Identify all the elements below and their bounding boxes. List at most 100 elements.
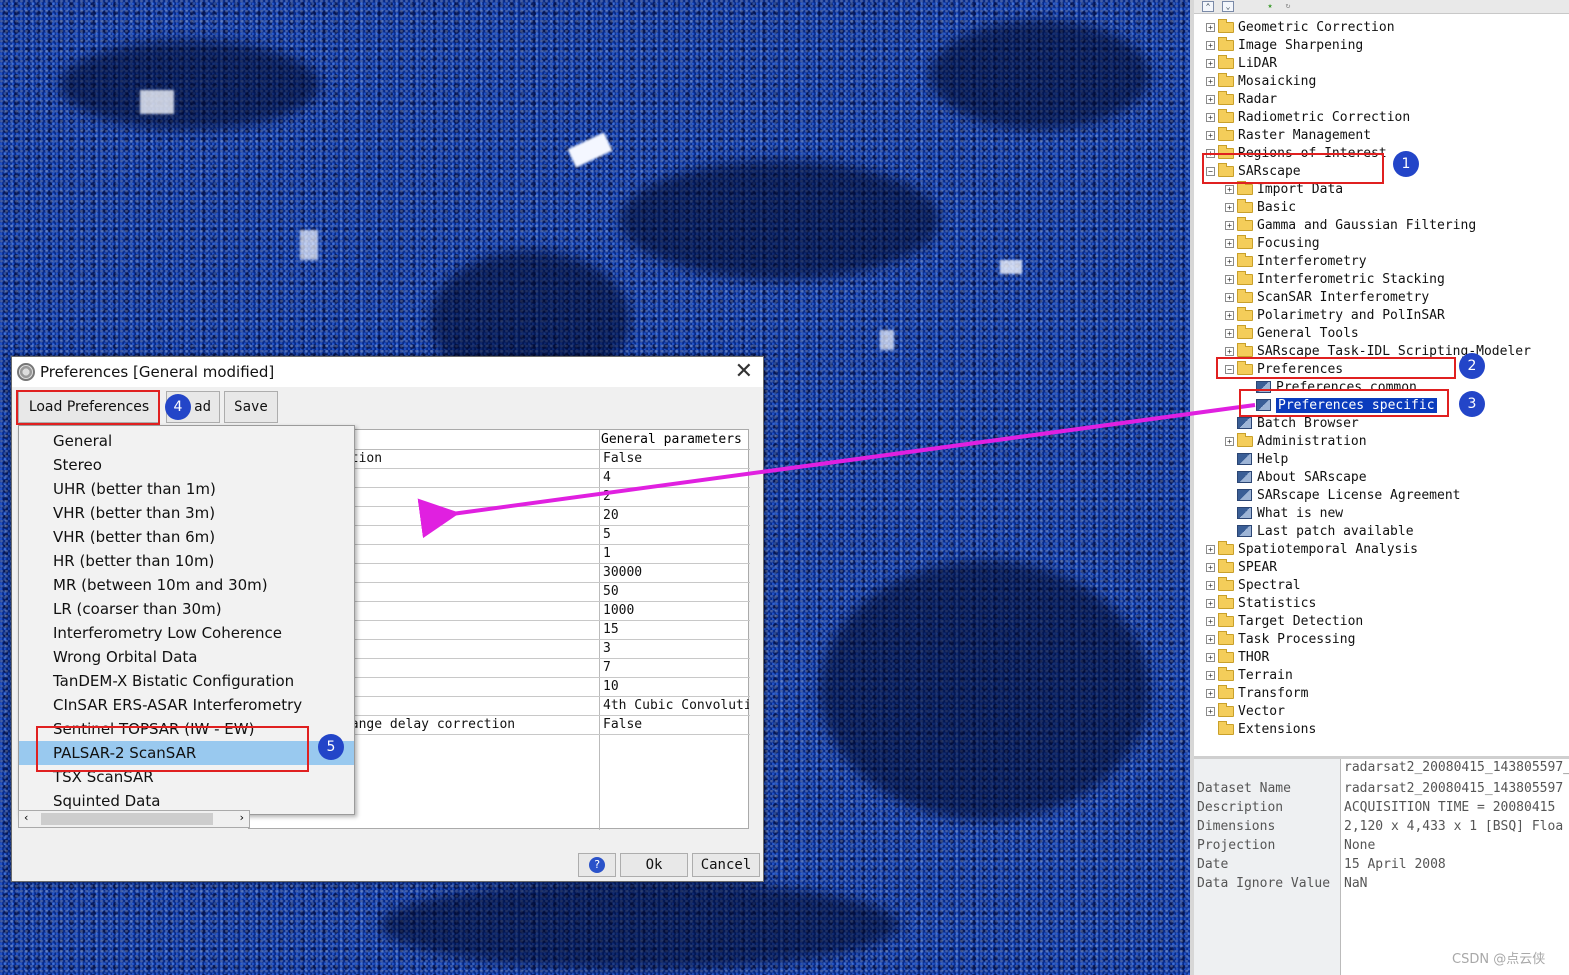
expand-icon[interactable]: + [1206,40,1215,50]
cancel-button[interactable]: Cancel [692,853,760,877]
tree-item[interactable]: + Spatiotemporal Analysis [1206,540,1418,558]
expand-icon[interactable]: + [1206,562,1215,572]
tree-item[interactable]: + Radar [1206,90,1277,108]
menu-item[interactable]: LR (coarser than 30m) [19,597,354,621]
horizontal-scrollbar[interactable]: ‹ › [18,810,250,828]
expand-icon[interactable]: + [1206,616,1215,626]
menu-item[interactable]: Interferometry Low Coherence [19,621,354,645]
menu-item[interactable]: TanDEM-X Bistatic Configuration [19,669,354,693]
expand-icon[interactable]: + [1206,688,1215,698]
scroll-right-icon[interactable]: › [238,811,245,824]
tree-item[interactable]: + Mosaicking [1206,72,1316,90]
expand-icon[interactable]: + [1206,706,1215,716]
expand-icon[interactable]: + [1225,184,1234,194]
expand-icon[interactable]: + [1206,634,1215,644]
tree-item[interactable]: Extensions [1206,720,1316,738]
tree-item[interactable]: + Image Sharpening [1206,36,1363,54]
param-value[interactable]: 15 [601,622,749,637]
tree-item[interactable]: About SARscape [1225,468,1367,486]
param-value[interactable]: 7 [601,660,749,675]
ok-button[interactable]: Ok [620,853,688,877]
menu-item[interactable]: UHR (better than 1m) [19,477,354,501]
tree-item[interactable]: What is new [1225,504,1343,522]
tree-item[interactable]: + Focusing [1225,234,1320,252]
tree-item[interactable]: + LiDAR [1206,54,1277,72]
expand-icon[interactable]: + [1206,670,1215,680]
refresh-icon[interactable]: ↻ [1282,1,1294,12]
help-button[interactable]: ? [578,853,616,877]
expand-icon[interactable]: + [1206,94,1215,104]
tree-item[interactable]: + THOR [1206,648,1269,666]
menu-item[interactable]: CInSAR ERS-ASAR Interferometry [19,693,354,717]
tree-item[interactable]: + Raster Management [1206,126,1371,144]
menu-item[interactable]: Wrong Orbital Data [19,645,354,669]
expand-icon[interactable]: + [1225,238,1234,248]
tree-item[interactable]: + Polarimetry and PolInSAR [1225,306,1445,324]
expand-icon[interactable]: + [1206,22,1215,32]
tree-item[interactable]: SARscape License Agreement [1225,486,1461,504]
collapse-icon[interactable]: ⌃ [1202,1,1214,12]
expand-icon[interactable]: + [1225,436,1234,446]
tree-item[interactable]: + Spectral [1206,576,1301,594]
param-value[interactable]: 30000 [601,565,749,580]
expand-icon[interactable]: + [1206,76,1215,86]
tree-item[interactable]: + General Tools [1225,324,1359,342]
tree-item[interactable]: + Radiometric Correction [1206,108,1410,126]
scrollbar-thumb[interactable] [41,813,213,825]
add-icon[interactable]: ★ [1264,1,1276,12]
param-value[interactable]: 4th Cubic Convoluti [601,698,749,713]
expand-icon[interactable]: + [1225,220,1234,230]
tree-item[interactable]: + Geometric Correction [1206,18,1395,36]
tree-item[interactable]: + Administration [1225,432,1367,450]
param-value[interactable]: 20 [601,508,749,523]
param-value[interactable]: 10 [601,679,749,694]
tree-item[interactable]: + Vector [1206,702,1285,720]
param-value[interactable]: False [601,451,749,466]
tree-item[interactable]: + Task Processing [1206,630,1355,648]
param-value[interactable]: 50 [601,584,749,599]
tree-item[interactable]: + Statistics [1206,594,1316,612]
menu-item[interactable]: VHR (better than 6m) [19,525,354,549]
expand-icon[interactable]: + [1225,274,1234,284]
tree-item[interactable]: + ScanSAR Interferometry [1225,288,1429,306]
tree-item[interactable]: + Terrain [1206,666,1293,684]
expand-icon[interactable]: + [1225,202,1234,212]
expand-icon[interactable]: + [1206,112,1215,122]
menu-item[interactable]: General [19,429,354,453]
save-button[interactable]: Save [224,391,278,423]
menu-item[interactable]: HR (better than 10m) [19,549,354,573]
expand-icon[interactable]: + [1206,544,1215,554]
expand-icon[interactable]: ⌄ [1222,1,1234,12]
tree-item[interactable]: + Gamma and Gaussian Filtering [1225,216,1476,234]
expand-icon[interactable]: + [1225,310,1234,320]
expand-icon[interactable]: + [1206,580,1215,590]
expand-icon[interactable]: + [1225,328,1234,338]
param-value[interactable]: 1000 [601,603,749,618]
menu-item[interactable]: MR (between 10m and 30m) [19,573,354,597]
param-value[interactable]: 5 [601,527,749,542]
tree-item[interactable]: + Target Detection [1206,612,1363,630]
close-icon[interactable]: ✕ [735,359,753,384]
menu-item[interactable]: VHR (better than 3m) [19,501,354,525]
tree-item[interactable]: + Interferometric Stacking [1225,270,1445,288]
tree-item[interactable]: + Basic [1225,198,1296,216]
scroll-left-icon[interactable]: ‹ [23,811,30,824]
tree-item[interactable]: + Transform [1206,684,1308,702]
param-value[interactable]: 4 [601,470,749,485]
param-value[interactable]: 3 [601,641,749,656]
param-value[interactable]: 2 [601,489,749,504]
tree-item[interactable]: Last patch available [1225,522,1414,540]
expand-icon[interactable]: + [1206,130,1215,140]
expand-icon[interactable]: + [1225,346,1234,356]
tree-item[interactable]: + Interferometry [1225,252,1367,270]
tree-item[interactable]: Help [1225,450,1288,468]
tree-item[interactable]: + SPEAR [1206,558,1277,576]
param-value[interactable]: 1 [601,546,749,561]
expand-icon[interactable]: + [1206,652,1215,662]
param-value[interactable]: False [601,717,749,732]
expand-icon[interactable]: + [1225,256,1234,266]
expand-icon[interactable]: + [1206,598,1215,608]
expand-icon[interactable]: + [1225,292,1234,302]
expand-icon[interactable]: + [1206,58,1215,68]
menu-item[interactable]: Stereo [19,453,354,477]
